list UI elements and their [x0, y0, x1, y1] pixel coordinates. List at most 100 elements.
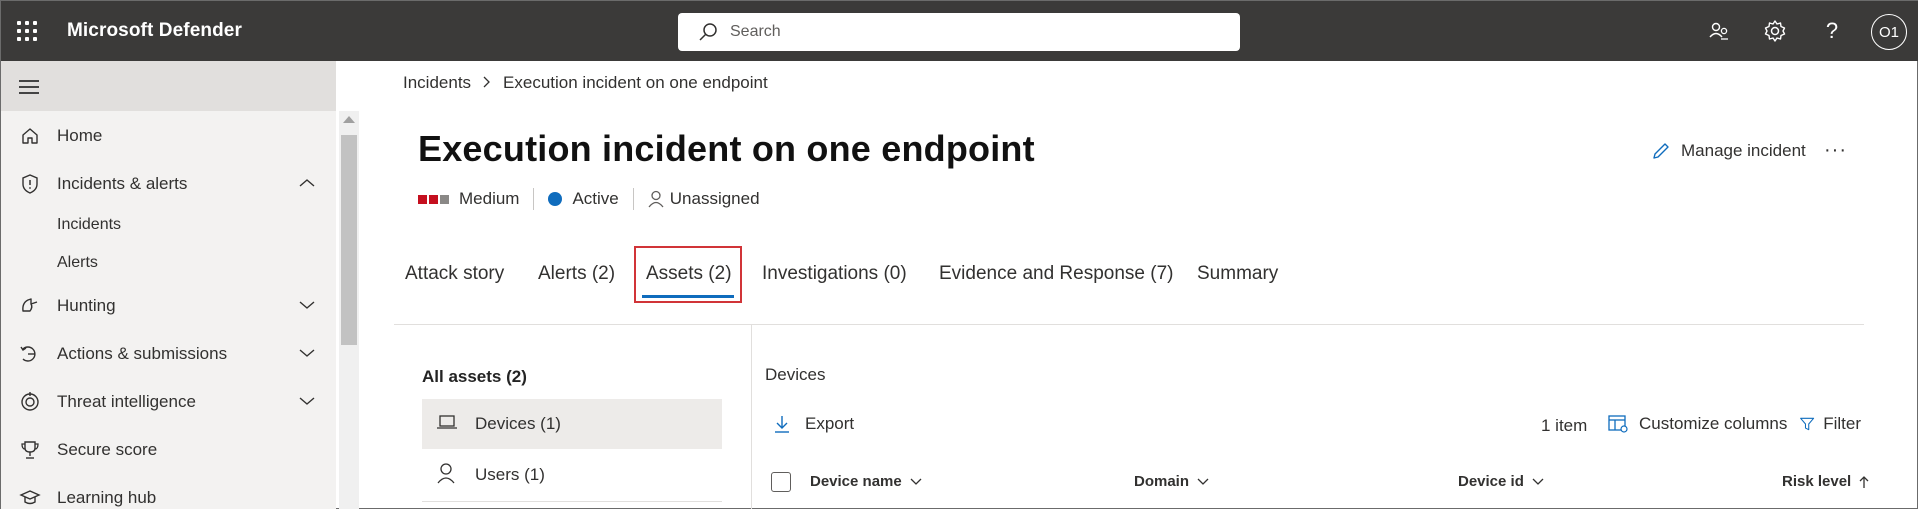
tab-evidence-response[interactable]: Evidence and Response (7)	[939, 263, 1173, 285]
tab-attack-story[interactable]: Attack story	[405, 263, 504, 285]
top-bar: Microsoft Defender ? O1	[1, 1, 1918, 61]
asset-item-label: Devices (1)	[475, 414, 561, 433]
download-icon	[775, 416, 789, 433]
status-label: Active	[572, 189, 619, 208]
chevron-right-icon	[483, 73, 491, 93]
tab-summary[interactable]: Summary	[1197, 263, 1278, 285]
divider	[533, 188, 535, 210]
chevron-down-icon	[1532, 478, 1544, 485]
app-title[interactable]: Microsoft Defender	[67, 20, 242, 42]
sidebar-item-label: Home	[57, 126, 103, 145]
hunting-icon	[19, 295, 41, 317]
divider	[422, 501, 722, 502]
customize-columns-label: Customize columns	[1639, 414, 1788, 433]
chevron-down-icon[interactable]	[299, 393, 315, 411]
column-header-label: Domain	[1134, 473, 1190, 490]
chevron-down-icon[interactable]	[299, 345, 315, 363]
item-count: 1 item	[1541, 416, 1588, 435]
incident-meta: Medium Active Unassigned	[418, 187, 760, 211]
sidebar-item-label: Actions & submissions	[57, 344, 228, 363]
column-header-label: Risk level	[1782, 473, 1852, 490]
help-icon[interactable]: ?	[1818, 17, 1846, 45]
divider	[751, 324, 752, 509]
asset-item-devices[interactable]: Devices (1)	[422, 399, 722, 449]
export-button[interactable]: Export	[773, 414, 854, 434]
sidebar-item-incidents-alerts[interactable]: Incidents & alerts	[1, 164, 336, 204]
user-icon	[436, 462, 456, 489]
search-icon	[699, 23, 717, 41]
sidebar-subitem-alerts[interactable]: Alerts	[57, 254, 98, 272]
filter-button[interactable]: Filter	[1799, 414, 1861, 434]
breadcrumb-current: Execution incident on one endpoint	[503, 73, 768, 92]
avatar[interactable]: O1	[1871, 14, 1907, 50]
sidebar: Home Incidents & alerts Incidents Alerts…	[1, 61, 336, 509]
column-header-label: Device name	[810, 473, 902, 490]
asset-item-label: Users (1)	[475, 465, 545, 484]
all-assets-heading[interactable]: All assets (2)	[422, 367, 527, 387]
tab-investigations[interactable]: Investigations (0)	[762, 263, 907, 285]
sidebar-item-label: Hunting	[57, 296, 116, 315]
collapse-menu-icon[interactable]	[19, 80, 39, 94]
threat-intel-icon	[19, 391, 41, 413]
divider	[632, 188, 634, 210]
sidebar-item-label: Incidents & alerts	[57, 174, 188, 193]
chevron-down-icon	[1197, 478, 1209, 485]
select-all-checkbox[interactable]	[771, 472, 791, 492]
pencil-icon	[1653, 143, 1669, 159]
sidebar-header	[1, 61, 336, 111]
shield-icon	[19, 173, 41, 195]
settings-gear-icon[interactable]	[1761, 17, 1789, 45]
tab-highlight-box	[634, 246, 742, 303]
chevron-up-icon[interactable]	[299, 175, 315, 193]
column-header-domain[interactable]: Domain	[1134, 473, 1209, 490]
community-icon[interactable]	[1705, 17, 1733, 45]
sort-ascending-icon	[1859, 475, 1869, 488]
assignee-label[interactable]: Unassigned	[670, 189, 760, 209]
more-options-icon[interactable]: ···	[1824, 139, 1847, 162]
divider	[394, 324, 1864, 325]
app-launcher-icon[interactable]	[17, 21, 37, 41]
asset-item-users[interactable]: Users (1)	[422, 450, 722, 500]
chevron-down-icon	[910, 478, 922, 485]
laptop-icon	[436, 413, 458, 436]
export-label: Export	[805, 414, 855, 433]
sidebar-item-actions-submissions[interactable]: Actions & submissions	[1, 334, 336, 374]
manage-incident-button[interactable]: Manage incident	[1651, 141, 1806, 161]
columns-icon	[1608, 415, 1628, 433]
status-dot-icon	[548, 192, 563, 206]
breadcrumb-incidents-link[interactable]: Incidents	[403, 73, 471, 93]
filter-icon	[1800, 417, 1815, 431]
sidebar-item-label: Learning hub	[57, 488, 157, 507]
sidebar-item-threat-intelligence[interactable]: Threat intelligence	[1, 382, 336, 422]
sidebar-scrollbar[interactable]	[339, 111, 359, 509]
column-header-risk-level[interactable]: Risk level	[1782, 473, 1869, 490]
sidebar-item-label: Secure score	[57, 440, 158, 459]
learning-icon	[19, 487, 41, 509]
breadcrumb: Incidents Execution incident on one endp…	[403, 73, 768, 93]
sidebar-item-secure-score[interactable]: Secure score	[1, 430, 336, 470]
sidebar-item-learning-hub[interactable]: Learning hub	[1, 478, 336, 509]
scroll-up-arrow-icon[interactable]	[343, 116, 355, 123]
scrollbar-thumb[interactable]	[341, 135, 357, 345]
sidebar-item-label: Threat intelligence	[57, 392, 196, 411]
column-header-device-id[interactable]: Device id	[1458, 473, 1544, 490]
column-header-label: Device id	[1458, 473, 1524, 490]
search-input[interactable]	[730, 23, 1210, 41]
filter-label: Filter	[1823, 414, 1861, 433]
severity-indicator-icon	[418, 194, 449, 204]
devices-section-title: Devices	[765, 365, 826, 384]
page-title: Execution incident on one endpoint	[418, 128, 1035, 169]
column-header-device-name[interactable]: Device name	[810, 473, 922, 490]
trophy-icon	[19, 439, 41, 461]
tab-alerts[interactable]: Alerts (2)	[538, 263, 615, 285]
search-box[interactable]	[678, 13, 1240, 51]
customize-columns-button[interactable]: Customize columns	[1607, 414, 1787, 434]
manage-incident-label: Manage incident	[1681, 141, 1806, 160]
sidebar-item-hunting[interactable]: Hunting	[1, 286, 336, 326]
person-icon	[648, 190, 664, 208]
chevron-down-icon[interactable]	[299, 297, 315, 315]
sidebar-subitem-incidents[interactable]: Incidents	[57, 216, 121, 234]
severity-label: Medium	[459, 189, 520, 208]
home-icon	[19, 125, 41, 147]
sidebar-item-home[interactable]: Home	[1, 116, 336, 156]
